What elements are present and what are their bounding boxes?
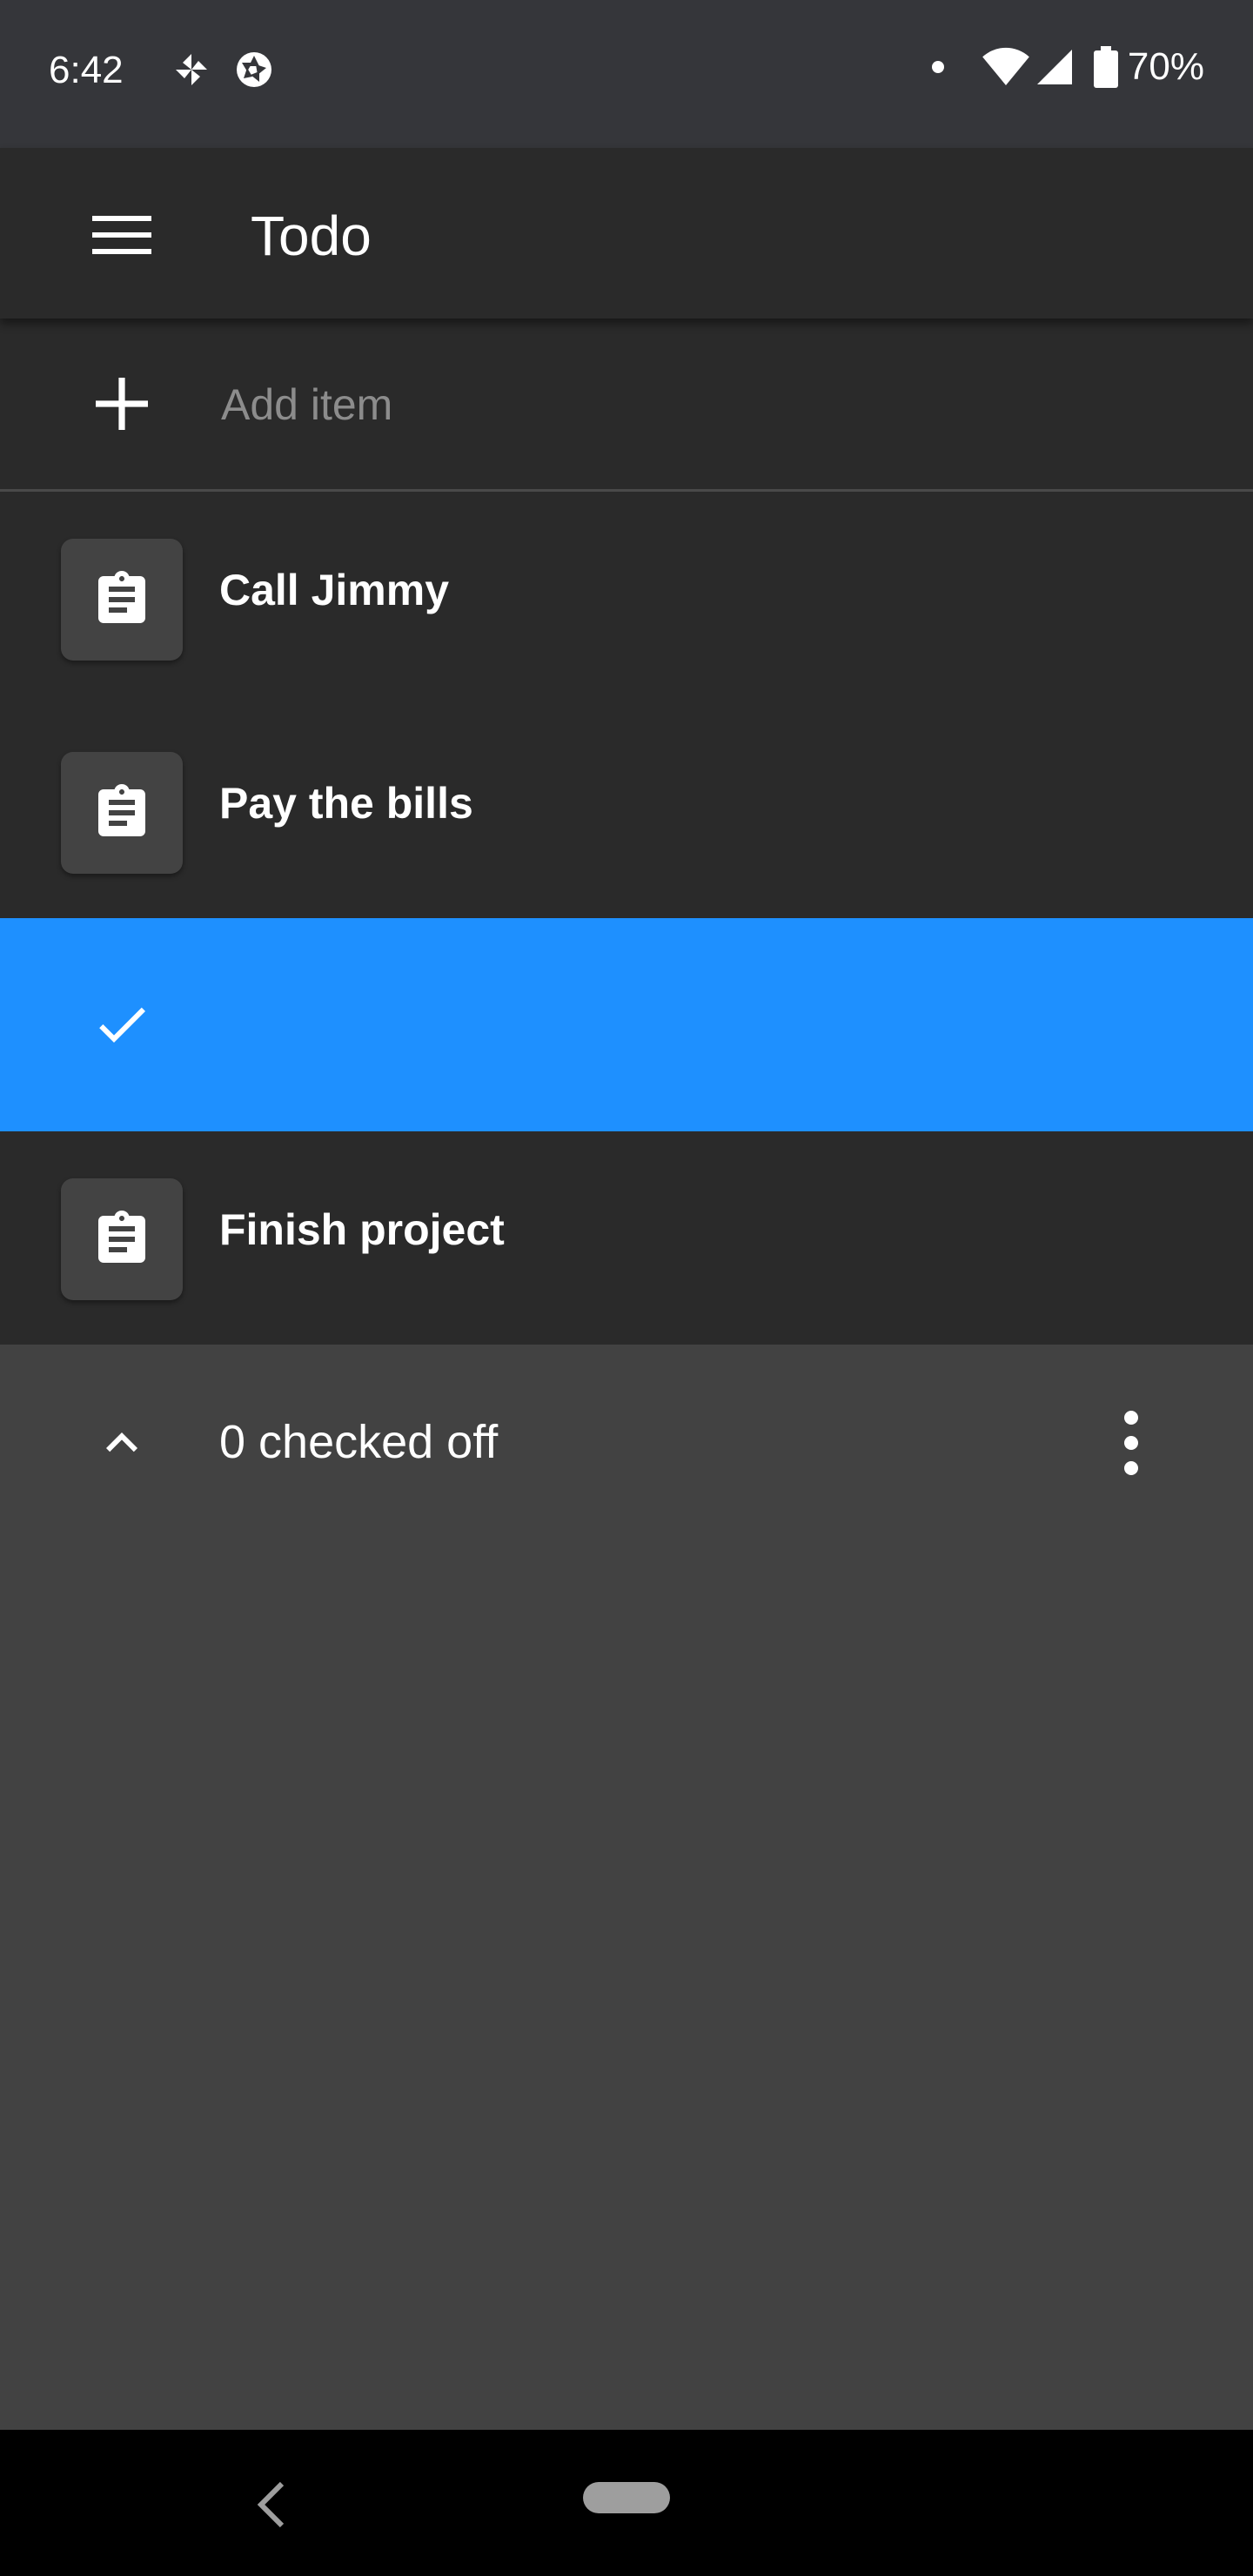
- battery-percentage: 70%: [1127, 45, 1204, 88]
- add-item-input[interactable]: [219, 367, 1180, 442]
- pinwheel-icon: [176, 54, 207, 85]
- home-pill[interactable]: [583, 2482, 670, 2513]
- list-item[interactable]: Call Jimmy: [0, 492, 1253, 705]
- item-label: Finish project: [219, 1205, 505, 1254]
- overflow-dot: [1124, 1411, 1138, 1425]
- clipboard-icon: [98, 1211, 145, 1263]
- status-right: 70%: [929, 45, 1204, 89]
- checked-off-label: 0 checked off: [219, 1416, 499, 1468]
- cell-signal-icon: [1036, 50, 1072, 84]
- check-icon: [99, 1007, 145, 1043]
- list-item-selected[interactable]: [0, 918, 1253, 1131]
- checked-off-section[interactable]: 0 checked off: [0, 1345, 1253, 1540]
- screen: 6:42 70% Todo Add item Call Jimmy Pay th…: [0, 0, 1253, 2576]
- aperture-icon: [237, 52, 271, 87]
- overflow-dot: [1124, 1436, 1138, 1450]
- list-item[interactable]: Finish project: [0, 1131, 1253, 1345]
- menu-button[interactable]: [84, 197, 160, 273]
- navigation-bar: [0, 2430, 1253, 2576]
- app-bar: Todo: [0, 148, 1253, 319]
- list-item[interactable]: Pay the bills: [0, 705, 1253, 918]
- chevron-up-icon[interactable]: [90, 1412, 153, 1474]
- status-bar: 6:42 70%: [0, 0, 1253, 148]
- battery-icon: [1093, 46, 1118, 88]
- item-icon-box: [61, 1178, 183, 1300]
- todo-list: Call Jimmy Pay the bills Finish project: [0, 492, 1253, 1345]
- item-label: Call Jimmy: [219, 566, 450, 614]
- page-title: Todo: [251, 205, 372, 267]
- add-item-row[interactable]: [0, 319, 1253, 492]
- clipboard-icon: [98, 784, 145, 836]
- clipboard-icon: [98, 571, 145, 623]
- overflow-dot: [1124, 1461, 1138, 1475]
- more-vert-icon[interactable]: [1096, 1399, 1166, 1486]
- back-icon[interactable]: [247, 2473, 296, 2536]
- notification-dot-icon: [931, 61, 944, 73]
- item-icon-box: [61, 539, 183, 661]
- status-time: 6:42: [49, 49, 124, 91]
- item-icon-box: [61, 752, 183, 874]
- plus-icon[interactable]: [90, 372, 153, 435]
- wifi-icon: [982, 47, 1029, 85]
- menu-icon: [92, 216, 151, 254]
- item-label: Pay the bills: [219, 779, 473, 828]
